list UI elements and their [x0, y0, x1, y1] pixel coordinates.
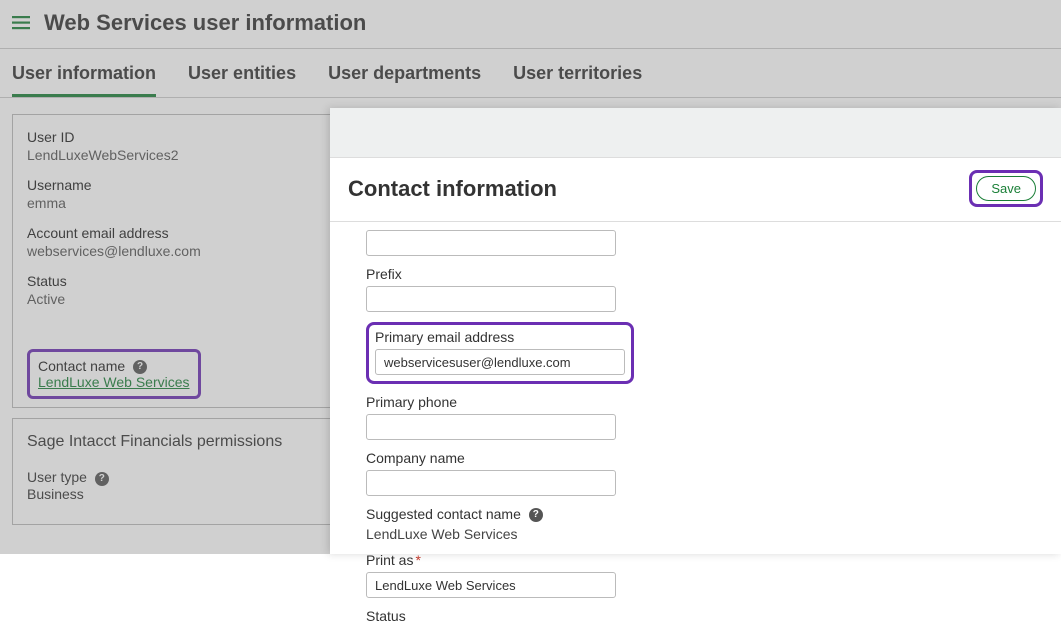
primary-email-input[interactable]: [375, 349, 625, 375]
suggested-contact-label: Suggested contact name ?: [366, 506, 1041, 522]
contact-name-block: Contact name ? LendLuxe Web Services: [27, 349, 201, 399]
primary-phone-input[interactable]: [366, 414, 616, 440]
modal-status-label: Status: [366, 608, 1041, 624]
prefix-label: Prefix: [366, 266, 1041, 282]
print-as-input[interactable]: [366, 572, 616, 598]
company-name-label: Company name: [366, 450, 1041, 466]
contact-information-modal: Contact information Save Prefix Primary …: [330, 108, 1061, 554]
company-name-input[interactable]: [366, 470, 616, 496]
help-icon[interactable]: ?: [529, 508, 543, 522]
page-title: Web Services user information: [44, 10, 366, 36]
primary-email-highlight: Primary email address: [366, 322, 634, 384]
save-button-highlight: Save: [969, 170, 1043, 207]
tab-user-entities[interactable]: User entities: [188, 63, 296, 97]
suggested-contact-value: LendLuxe Web Services: [366, 526, 1041, 542]
prefix-input[interactable]: [366, 286, 616, 312]
primary-email-label: Primary email address: [375, 329, 625, 345]
tab-user-information[interactable]: User information: [12, 63, 156, 97]
primary-phone-label: Primary phone: [366, 394, 1041, 410]
help-icon[interactable]: ?: [133, 360, 147, 374]
tab-user-departments[interactable]: User departments: [328, 63, 481, 97]
save-button[interactable]: Save: [976, 176, 1036, 201]
help-icon[interactable]: ?: [95, 472, 109, 486]
tab-user-territories[interactable]: User territories: [513, 63, 642, 97]
modal-topstrip: [330, 108, 1061, 158]
contact-name-label: Contact name ?: [38, 358, 190, 374]
unlabeled-input[interactable]: [366, 230, 616, 256]
print-as-label: Print as*: [366, 552, 1041, 568]
modal-title: Contact information: [348, 176, 557, 202]
tabs: User information User entities User depa…: [0, 49, 1061, 98]
menu-icon[interactable]: [12, 16, 30, 30]
contact-name-link[interactable]: LendLuxe Web Services: [38, 374, 190, 390]
